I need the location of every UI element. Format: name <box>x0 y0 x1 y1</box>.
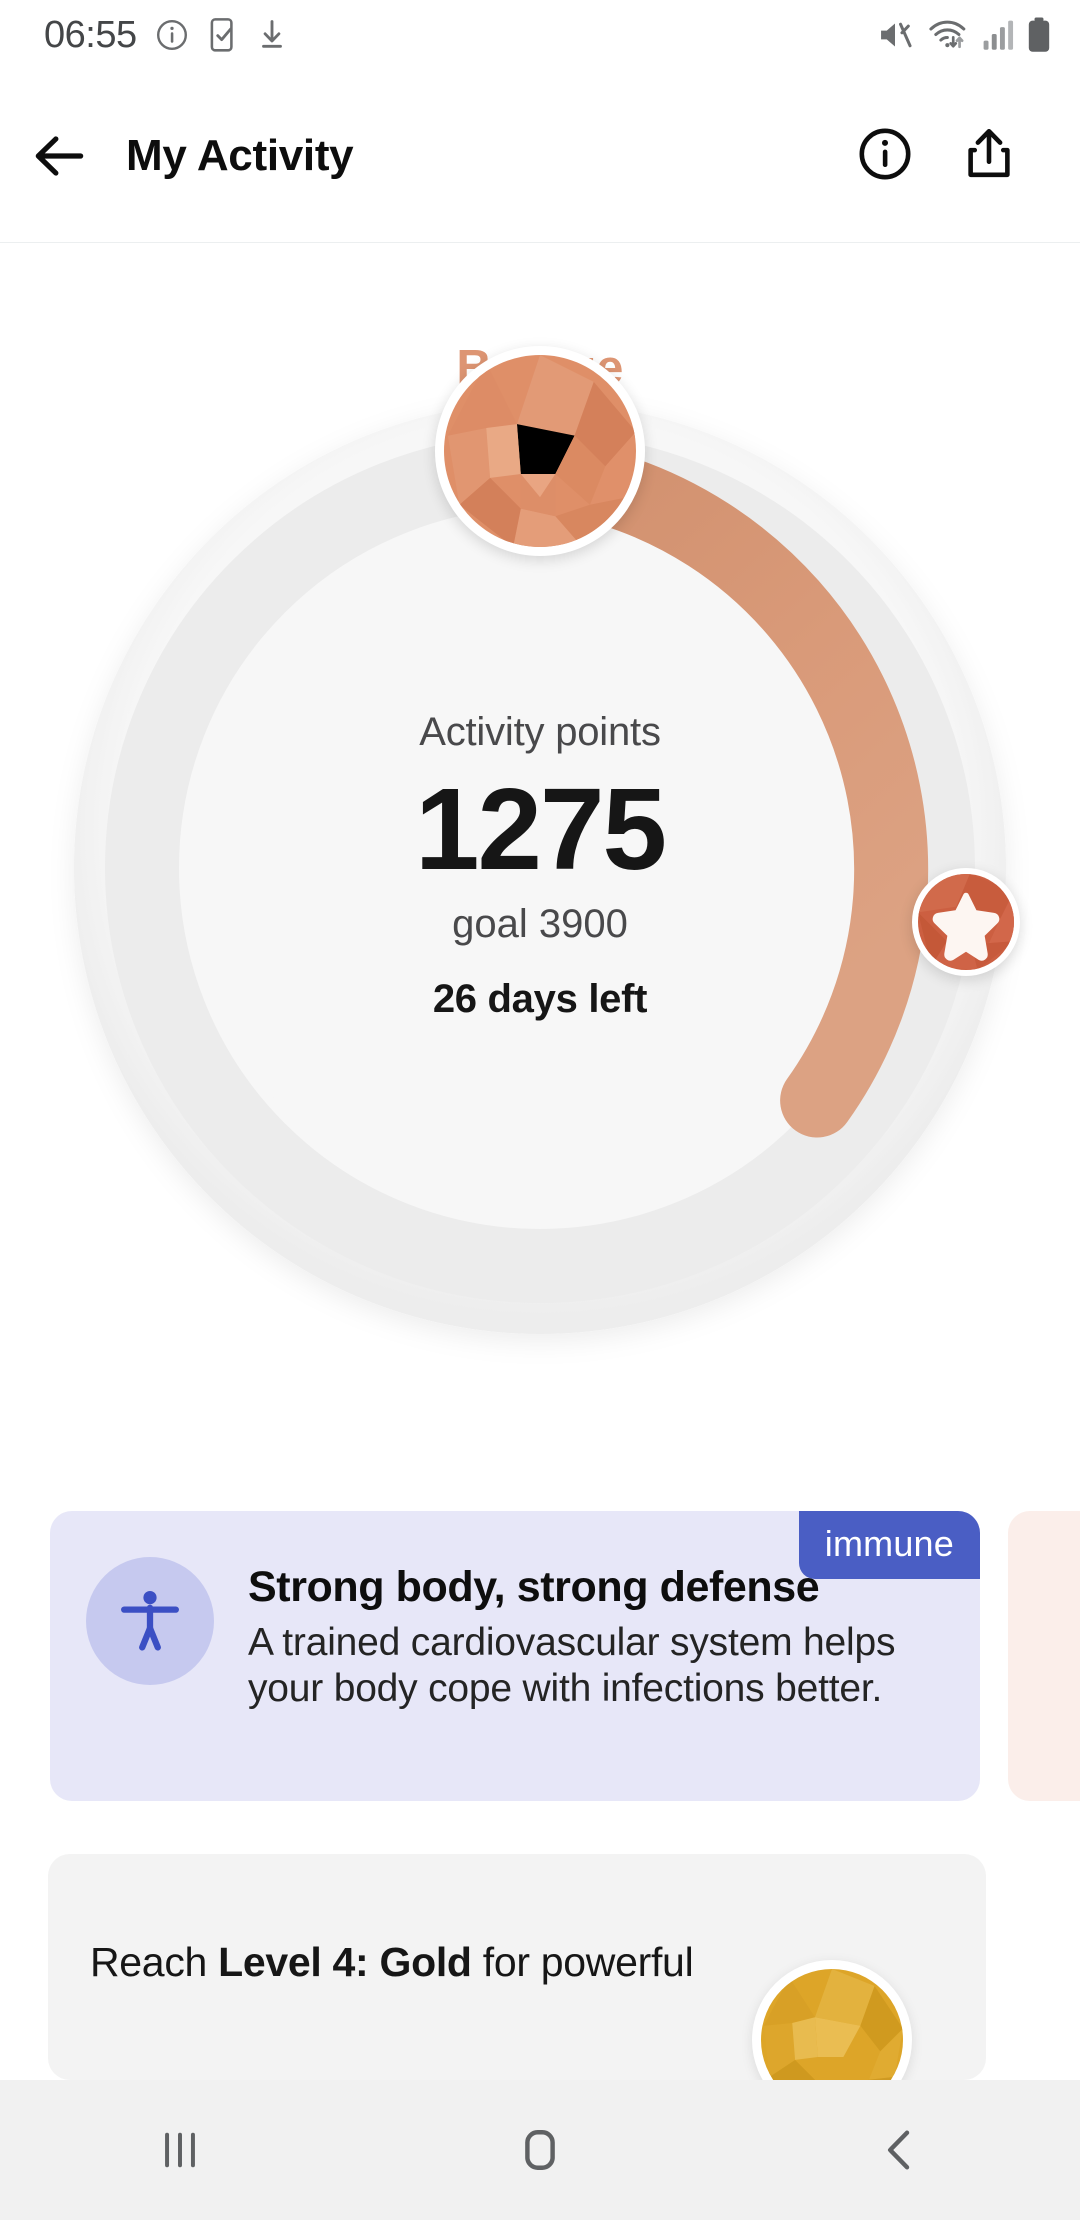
arrow-left-icon <box>35 136 84 176</box>
benefit-card-immune[interactable]: immune Strong body, strong defense A tra… <box>50 1511 980 1801</box>
nav-recents-button[interactable] <box>80 2080 280 2220</box>
next-level-card[interactable]: Reach Level 4: Gold for powerful <box>48 1854 986 2080</box>
next-level-text: Reach Level 4: Gold for powerful <box>90 1936 710 1988</box>
app-bar: My Activity <box>0 70 1080 243</box>
wifi-icon <box>929 20 966 49</box>
bronze-gem-icon <box>444 355 636 547</box>
card-icon-circle <box>86 1557 214 1685</box>
home-icon <box>525 2130 555 2170</box>
activity-points-value: 1275 <box>414 763 667 894</box>
phone-check-icon <box>210 18 233 52</box>
system-navigation-bar <box>0 2080 1080 2220</box>
next-level-suffix: for powerful <box>471 1939 694 1985</box>
back-button[interactable] <box>0 125 120 187</box>
back-chevron-icon <box>887 2130 910 2170</box>
star-milestone-icon <box>918 874 1014 970</box>
benefit-card-next-peek[interactable] <box>1008 1511 1080 1801</box>
info-circle-icon <box>859 128 911 179</box>
battery-icon <box>1028 17 1050 52</box>
page-title: My Activity <box>126 131 354 180</box>
nav-back-button[interactable] <box>800 2080 1000 2220</box>
recents-icon <box>165 2132 195 2168</box>
status-bar-clock: 06:55 <box>44 13 137 56</box>
card-text-block: Strong body, strong defense A trained ca… <box>214 1557 950 1713</box>
card-description: A trained cardiovascular system helps yo… <box>248 1621 896 1711</box>
status-bar: 06:55 <box>0 0 1080 70</box>
gold-gem-badge <box>752 1960 912 2080</box>
accessibility-person-icon <box>121 1591 179 1651</box>
gold-gem-icon <box>761 1969 903 2080</box>
next-level-prefix: Reach <box>90 1939 219 1985</box>
bronze-gem-badge[interactable] <box>435 346 645 556</box>
app-bar-actions <box>856 125 1080 188</box>
activity-points-gauge[interactable]: Activity points 1275 goal 3900 26 days l… <box>40 346 1040 1368</box>
download-icon <box>261 20 282 48</box>
cellular-signal-icon <box>983 20 1014 50</box>
days-left-label: 26 days left <box>432 977 648 1022</box>
next-level-name: Level 4: Gold <box>218 1939 472 1985</box>
info-circle-icon <box>156 20 187 50</box>
main-content: Bronze <box>0 244 1080 2080</box>
star-milestone-badge[interactable] <box>912 868 1020 976</box>
activity-points-label: Activity points <box>419 709 661 754</box>
activity-points-goal: goal 3900 <box>452 902 628 947</box>
share-button[interactable] <box>960 125 1018 188</box>
status-bar-right <box>875 16 1052 54</box>
card-category-badge: immune <box>798 1511 980 1579</box>
share-icon <box>968 128 1010 177</box>
benefit-cards-carousel[interactable]: immune Strong body, strong defense A tra… <box>0 1511 1080 1801</box>
mute-icon <box>881 22 912 48</box>
nav-home-button[interactable] <box>440 2080 640 2220</box>
info-button[interactable] <box>856 125 914 188</box>
status-bar-left: 06:55 <box>44 14 288 57</box>
